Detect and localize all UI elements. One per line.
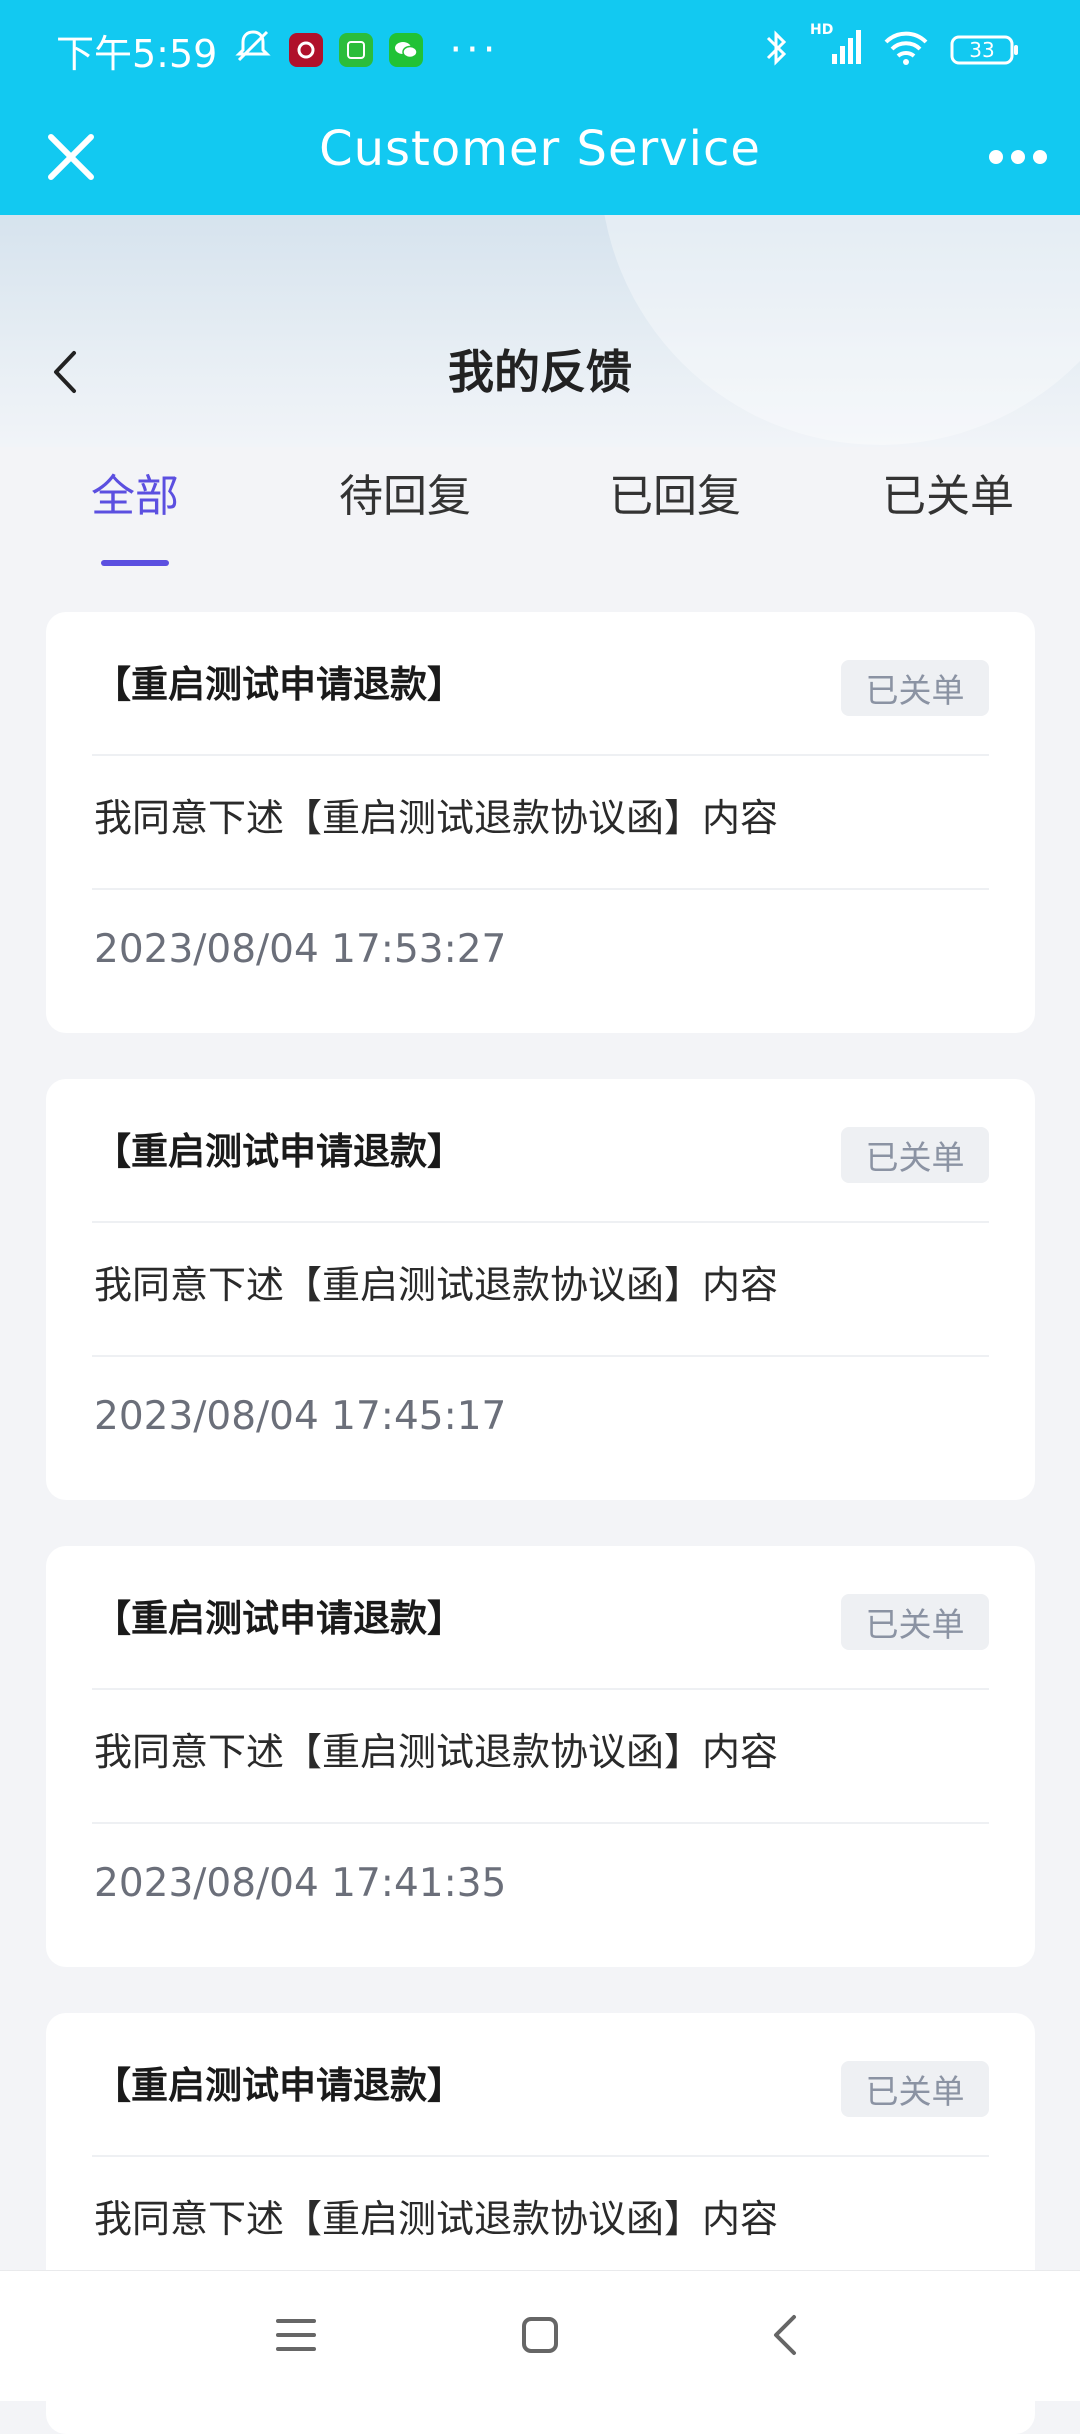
card-divider <box>92 754 989 756</box>
card-title: 【重启测试申请退款】 <box>94 1597 464 1640</box>
status-bar-left: 下午5:59 ··· <box>56 23 500 78</box>
status-badge: 已关单 <box>841 2061 989 2117</box>
header-decoration <box>600 215 1080 445</box>
tab-closed[interactable]: 已关单 <box>868 467 1028 537</box>
page-header: 我的反馈 <box>0 215 1080 447</box>
card-divider <box>92 2155 989 2157</box>
active-tab-indicator <box>101 560 169 566</box>
home-button[interactable] <box>510 2305 570 2365</box>
feedback-card[interactable]: 【重启测试申请退款】 已关单 我同意下述【重启测试退款协议函】内容 2023/0… <box>46 612 1035 1033</box>
recent-apps-button[interactable] <box>266 2305 326 2365</box>
card-divider <box>92 1822 989 1824</box>
feedback-tabs: 全部 待回复 已回复 已关单 <box>0 447 1080 567</box>
wifi-icon <box>882 28 930 72</box>
signal-hd-label: HD <box>810 22 834 38</box>
status-badge: 已关单 <box>841 660 989 716</box>
card-divider <box>92 888 989 890</box>
camera-app-icon <box>289 33 324 67</box>
status-badge: 已关单 <box>841 1594 989 1650</box>
feedback-card[interactable]: 【重启测试申请退款】 已关单 我同意下述【重启测试退款协议函】内容 2023/0… <box>46 1079 1035 1500</box>
more-notifications-indicator: ··· <box>449 27 500 73</box>
tab-all[interactable]: 全部 <box>75 467 195 537</box>
page-title: 我的反馈 <box>448 345 632 399</box>
card-timestamp: 2023/08/04 17:45:17 <box>94 1394 507 1439</box>
card-content: 我同意下述【重启测试退款协议函】内容 <box>94 796 779 840</box>
tab-replied[interactable]: 已回复 <box>595 467 755 537</box>
battery-level: 33 <box>969 38 995 62</box>
card-timestamp: 2023/08/04 17:53:27 <box>94 927 507 972</box>
card-divider <box>92 1221 989 1223</box>
feedback-card[interactable]: 【重启测试申请退款】 已关单 我同意下述【重启测试退款协议函】内容 2023/0… <box>46 1546 1035 1967</box>
back-arrow-icon <box>774 2315 796 2355</box>
home-square-icon <box>522 2317 558 2353</box>
mute-icon <box>233 26 273 75</box>
status-bar: 下午5:59 ··· HD 33 <box>0 0 1080 100</box>
card-title: 【重启测试申请退款】 <box>94 2064 464 2107</box>
window-title: Customer Service <box>319 121 761 177</box>
card-divider <box>92 1355 989 1357</box>
status-bar-right: HD 33 <box>764 22 1020 72</box>
status-badge: 已关单 <box>841 1127 989 1183</box>
battery-icon: 33 <box>950 35 1020 65</box>
card-title: 【重启测试申请退款】 <box>94 663 464 706</box>
tab-pending-reply[interactable]: 待回复 <box>325 467 485 537</box>
cellular-signal-icon: HD <box>810 22 862 72</box>
card-title: 【重启测试申请退款】 <box>94 1130 464 1173</box>
card-timestamp: 2023/08/04 17:41:35 <box>94 1861 507 1906</box>
wechat-icon <box>389 33 424 67</box>
game-app-icon <box>339 33 374 67</box>
status-time: 下午5:59 <box>56 31 218 76</box>
card-content: 我同意下述【重启测试退款协议函】内容 <box>94 1730 779 1774</box>
system-nav-bar <box>0 2270 1080 2401</box>
card-content: 我同意下述【重启测试退款协议函】内容 <box>94 1263 779 1307</box>
more-options-button[interactable] <box>978 120 1058 194</box>
title-bar: Customer Service <box>0 100 1080 215</box>
card-content: 我同意下述【重启测试退款协议函】内容 <box>94 2197 779 2241</box>
menu-icon <box>276 2319 316 2351</box>
back-nav-button[interactable] <box>755 2305 815 2365</box>
card-divider <box>92 1688 989 1690</box>
bluetooth-icon <box>764 28 790 72</box>
more-horizontal-icon <box>989 150 1047 164</box>
